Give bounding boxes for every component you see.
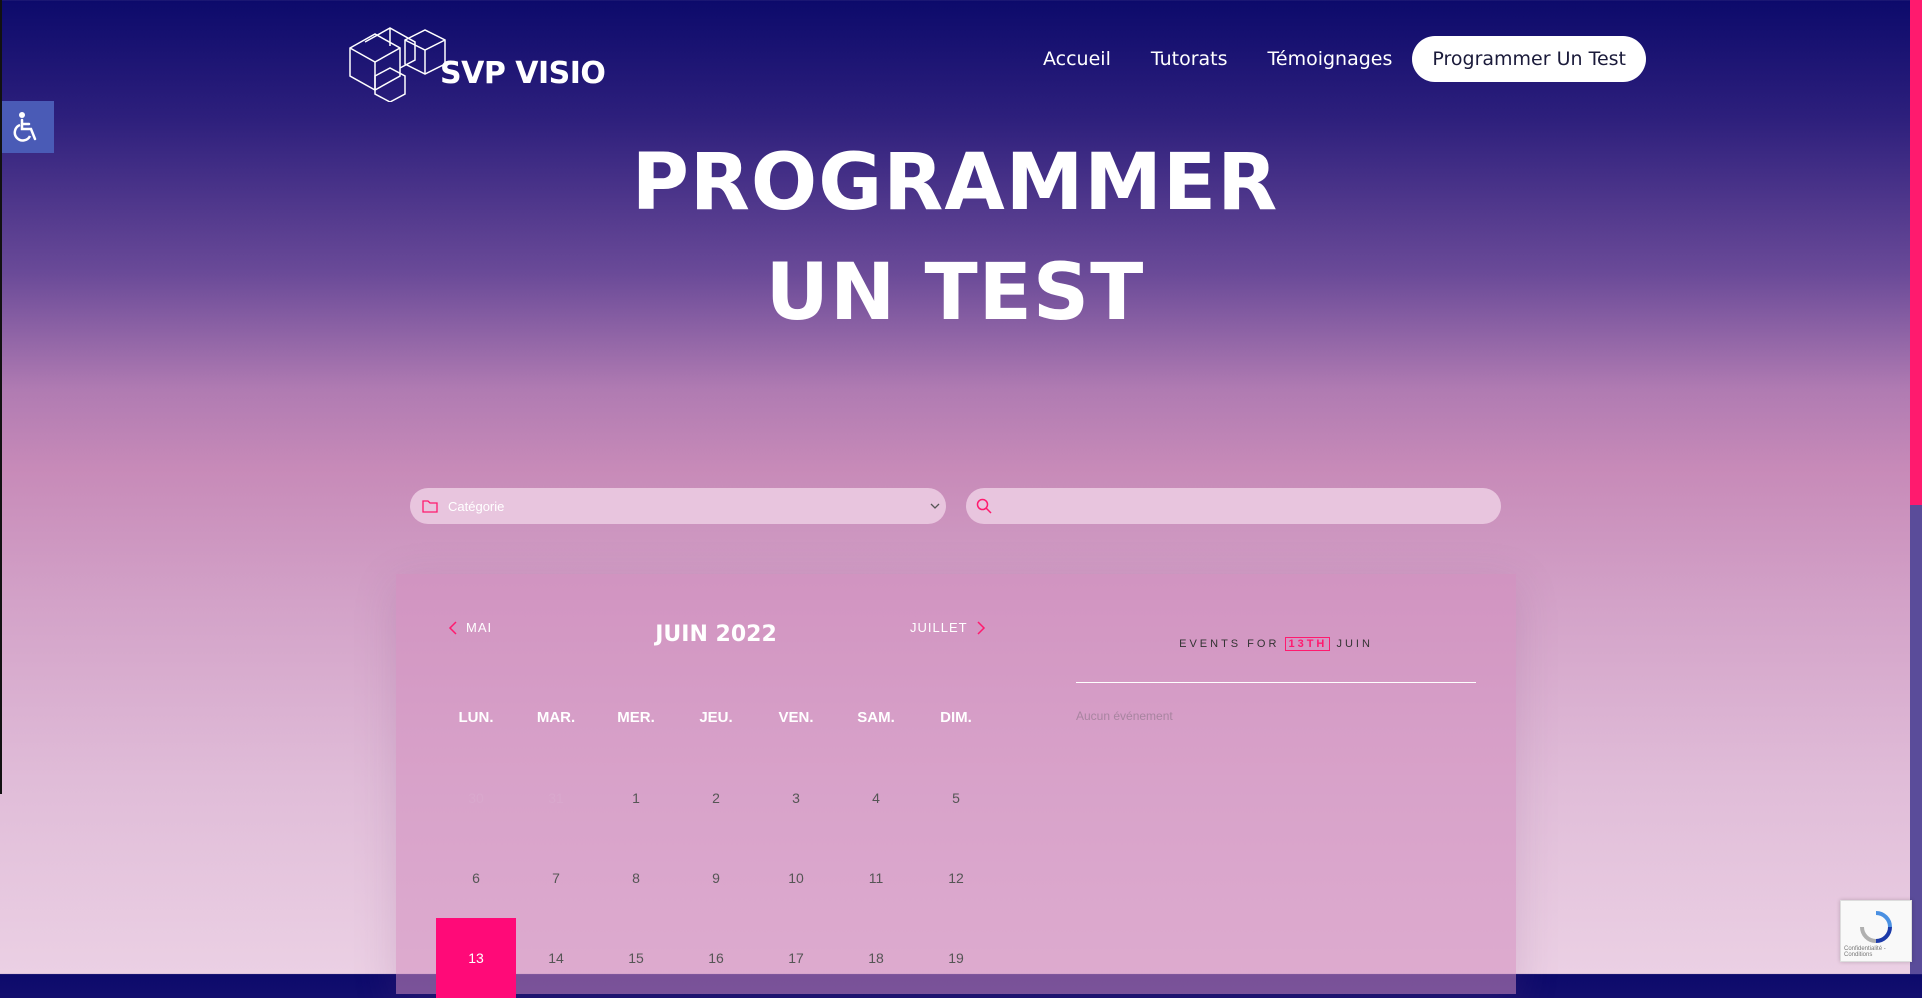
calendar-day[interactable]: 8 [596,858,676,898]
calendar-day[interactable]: 3 [756,778,836,818]
recaptcha-label: Confidentialité - Conditions [1844,946,1886,958]
weekday-header: MER. [617,709,655,726]
hero-title-line2: UN TEST [765,248,1145,338]
calendar-day[interactable]: 11 [836,858,916,898]
prev-month-button[interactable]: MAI [448,620,492,635]
calendar-day[interactable]: 15 [596,938,676,978]
calendar-day[interactable]: 4 [836,778,916,818]
no-events-text: Aucun événement [1076,709,1173,723]
events-prefix: EVENTS FOR [1179,638,1280,650]
weekday-header: JEU. [699,709,733,726]
events-day: 13TH [1285,637,1331,651]
hero-title-line1: PROGRAMMER [631,138,1279,228]
weekday-header: SAM. [857,709,895,726]
calendar-day[interactable]: 5 [916,778,996,818]
brand-name[interactable]: SVP VISIO [440,56,606,91]
main-nav: Accueil Tutorats Témoignages Programmer … [1003,36,1646,82]
calendar-day[interactable]: 31 [516,778,596,818]
search-input[interactable] [966,488,1501,524]
calendar-day-selected[interactable]: 13 [436,918,516,998]
scrollbar-thumb[interactable] [1910,0,1922,505]
scrollbar[interactable] [1910,0,1922,974]
recaptcha-badge[interactable]: Confidentialité - Conditions [1840,900,1912,962]
weekday-header: DIM. [940,709,972,726]
calendar-day-number: 13 [468,950,484,966]
calendar-day[interactable]: 19 [916,938,996,978]
calendar-day[interactable]: 9 [676,858,756,898]
chevron-right-icon [977,620,985,635]
calendar-day[interactable]: 16 [676,938,756,978]
calendar-day[interactable]: 6 [436,858,516,898]
calendar-day[interactable]: 18 [836,938,916,978]
calendar-day[interactable]: 17 [756,938,836,978]
calendar-day[interactable]: 7 [516,858,596,898]
calendar-day[interactable]: 14 [516,938,596,978]
weekday-header: VEN. [778,709,814,726]
calendar-day[interactable]: 12 [916,858,996,898]
next-month-button[interactable]: JUILLET [910,620,986,635]
next-month-label: JUILLET [910,620,968,635]
calendar-day[interactable]: 10 [756,858,836,898]
prev-month-label: MAI [466,620,493,635]
chevron-down-icon [930,503,940,509]
recaptcha-icon [1860,911,1892,943]
nav-item-tutorats[interactable]: Tutorats [1151,48,1228,70]
calendar-day[interactable]: 30 [436,778,516,818]
calendar-day[interactable]: 1 [596,778,676,818]
search-icon [976,498,992,514]
folder-icon [422,500,438,513]
programmer-test-button[interactable]: Programmer Un Test [1412,36,1646,82]
events-divider [1076,682,1476,683]
chevron-left-icon [448,620,457,635]
calendar-day[interactable]: 2 [676,778,756,818]
events-header: EVENTS FOR 13TH JUIN [1076,637,1476,651]
events-month: JUIN [1336,638,1373,650]
nav-item-accueil[interactable]: Accueil [1043,48,1111,70]
weekday-header: MAR. [536,709,576,726]
calendar-month-title: JUIN 2022 [655,622,777,647]
nav-item-temoignages[interactable]: Témoignages [1268,48,1393,70]
weekday-header: LUN. [458,709,494,726]
category-select-label: Catégorie [448,498,505,514]
category-select[interactable]: Catégorie [410,488,946,524]
